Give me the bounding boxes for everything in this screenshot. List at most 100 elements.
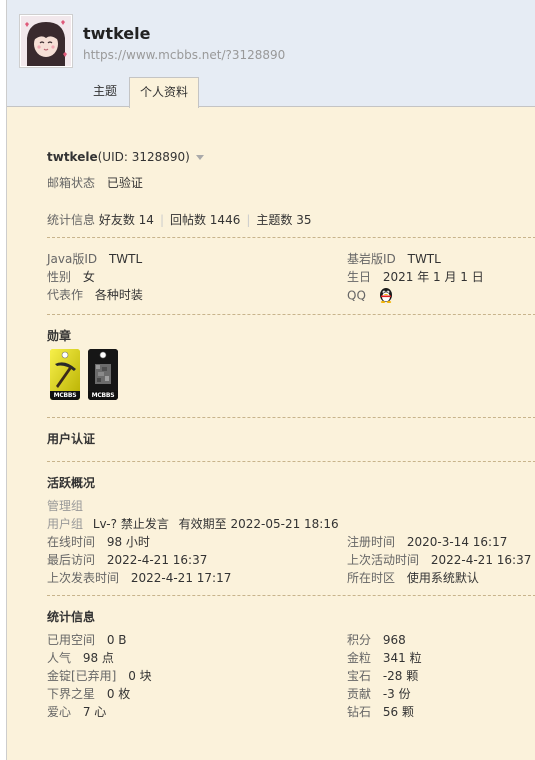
medal-caption: MCBBS [91,392,115,399]
email-status-label: 邮箱状态 [47,176,96,190]
stat-value: 98 点 [82,651,114,665]
stats-label: 统计信息 [47,213,96,227]
last-visit-row: 最后访问 2022-4-21 16:37 [47,551,207,568]
stat-label: 人气 [47,651,72,665]
stat-label: 已用空间 [47,633,96,647]
qq-row: QQ [347,286,394,306]
activity-title: 活跃概况 [47,476,96,490]
avatar[interactable] [19,14,73,68]
stat-row: 钻石 56 颗 [347,703,414,720]
gender-value: 女 [82,270,95,284]
user-group-expiry: 有效期至 2022-05-21 18:16 [178,517,339,531]
profile-uid: (UID: 3128890) [97,150,190,164]
stat-value: 7 心 [82,705,107,719]
tab-threads[interactable]: 主题 [85,77,125,106]
profile-url[interactable]: https://www.mcbbs.net/?3128890 [83,48,285,62]
timezone-label: 所在时区 [347,571,396,585]
last-active-row: 上次活动时间 2022-4-21 16:37 [347,551,531,568]
medal-caption: MCBBS [53,392,77,399]
friends-count-link[interactable]: 好友数 14 [99,213,154,227]
register-time-value: 2020-3-14 16:17 [406,535,508,549]
last-active-label: 上次活动时间 [347,553,420,567]
divider [47,237,535,238]
medals-title: 勋章 [47,329,72,343]
stat-value: -3 份 [382,687,411,701]
profile-frame: twtkele https://www.mcbbs.net/?3128890 主… [6,0,535,760]
last-active-value: 2022-4-21 16:37 [430,553,532,567]
online-time-label: 在线时间 [47,535,96,549]
user-group-row: 用户组 Lv-? 禁止发言 有效期至 2022-05-21 18:16 [47,515,339,532]
tab-profile[interactable]: 个人资料 [129,77,199,108]
gender-row: 性别 女 [47,268,95,285]
stat-value: 0 B [106,633,127,647]
chevron-down-icon[interactable] [195,155,204,160]
user-auth-title: 用户认证 [47,432,96,446]
stat-value: 56 颗 [382,705,414,719]
timezone-value: 使用系统默认 [406,571,479,585]
email-status-row: 邮箱状态 已验证 [47,174,143,191]
java-id-row: Java版ID TWTL [47,250,142,267]
profile-name: twtkele [47,150,98,164]
divider [47,595,535,596]
user-group-value[interactable]: Lv-? 禁止发言 [93,517,169,531]
java-id-label: Java版ID [47,252,98,266]
qq-penguin-icon[interactable] [378,286,394,306]
works-row: 代表作 各种时装 [47,286,143,303]
stat-label: 下界之星 [47,687,96,701]
posts-count-link[interactable]: 回帖数 1446 [170,213,240,227]
stat-label: 爱心 [47,705,72,719]
stat-label: 积分 [347,633,372,647]
birthday-row: 生日 2021 年 1 月 1 日 [347,268,484,285]
stat-row: 爱心 7 心 [47,703,106,720]
stat-row: 贡献 -3 份 [347,685,411,702]
medal-pickaxe[interactable]: MCBBS [50,349,80,400]
last-post-row: 上次发表时间 2022-4-21 17:17 [47,569,231,586]
stat-label: 宝石 [347,669,372,683]
divider [47,461,535,462]
stat-value: 341 粒 [382,651,422,665]
stat-row: 宝石 -28 颗 [347,667,418,684]
last-post-label: 上次发表时间 [47,571,120,585]
profile-header: twtkele https://www.mcbbs.net/?3128890 主… [7,0,535,108]
medal-ore-block[interactable]: MCBBS [88,349,118,400]
stat-label: 金粒 [347,651,372,665]
last-visit-label: 最后访问 [47,553,96,567]
timezone-row: 所在时区 使用系统默认 [347,569,479,586]
stat-value: 0 块 [128,669,152,683]
qq-label: QQ [347,288,366,303]
profile-title-line: twtkele(UID: 3128890) [47,150,204,164]
email-status-value: 已验证 [106,176,143,190]
works-value: 各种时装 [94,288,143,302]
admin-group-label: 管理组 [47,499,84,513]
register-time-label: 注册时间 [347,535,396,549]
register-time-row: 注册时间 2020-3-14 16:17 [347,533,507,550]
java-id-value: TWTL [108,252,143,266]
header-username: twtkele [83,24,151,43]
user-group-label: 用户组 [47,517,84,531]
works-label: 代表作 [47,288,84,302]
divider [47,417,535,418]
stat-row: 积分 968 [347,631,406,648]
online-time-value: 98 小时 [106,535,150,549]
stat-value: -28 颗 [382,669,419,683]
divider [47,314,535,315]
statistics-title: 统计信息 [47,610,96,624]
birthday-value: 2021 年 1 月 1 日 [382,270,484,284]
last-visit-value: 2022-4-21 16:37 [106,553,208,567]
stat-row: 下界之星 0 枚 [47,685,130,702]
stat-label: 钻石 [347,705,372,719]
stat-row: 人气 98 点 [47,649,114,666]
stat-value: 968 [382,633,406,647]
stat-value: 0 枚 [106,687,131,701]
bedrock-id-row: 基岩版ID TWTL [347,250,441,267]
threads-count-link[interactable]: 主题数 35 [256,213,311,227]
bedrock-id-label: 基岩版ID [347,252,396,266]
stat-row: 金锭[已弃用] 0 块 [47,667,152,684]
stat-row: 金粒 341 粒 [347,649,422,666]
avatar-image [21,16,71,66]
online-time-row: 在线时间 98 小时 [47,533,150,550]
stat-label: 金锭[已弃用] [47,669,117,683]
birthday-label: 生日 [347,270,372,284]
stat-row: 已用空间 0 B [47,631,127,648]
stats-summary-row: 统计信息 好友数 14 | 回帖数 1446 | 主题数 35 [47,213,312,227]
